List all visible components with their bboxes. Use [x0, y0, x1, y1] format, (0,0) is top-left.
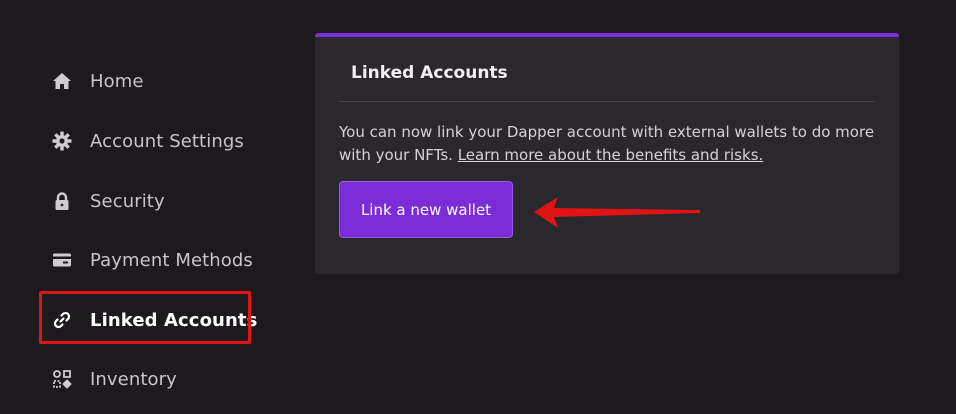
sidebar-nav: Home Account Settings Security Payment M… — [0, 0, 300, 414]
sidebar-item-payment-methods[interactable]: Payment Methods — [52, 245, 253, 275]
sidebar-item-label: Account Settings — [90, 130, 244, 152]
learn-more-link[interactable]: Learn more about the benefits and risks. — [458, 146, 764, 164]
inventory-icon — [52, 369, 72, 389]
sidebar-item-account-settings[interactable]: Account Settings — [52, 126, 244, 156]
card-title: Linked Accounts — [351, 63, 508, 83]
annotation-highlight-box — [39, 291, 251, 344]
sidebar-item-security[interactable]: Security — [52, 186, 165, 216]
sidebar-item-inventory[interactable]: Inventory — [52, 364, 177, 394]
lock-icon — [52, 191, 72, 211]
card-description: You can now link your Dapper account wit… — [339, 121, 879, 167]
gear-icon — [52, 131, 72, 151]
page: Home Account Settings Security Payment M… — [0, 0, 956, 414]
card-divider — [339, 101, 875, 102]
home-icon — [52, 71, 72, 91]
credit-card-icon — [52, 250, 72, 270]
sidebar-item-label: Home — [90, 70, 144, 92]
sidebar-item-label: Security — [90, 190, 165, 212]
link-new-wallet-button[interactable]: Link a new wallet — [339, 181, 513, 238]
sidebar-item-home[interactable]: Home — [52, 66, 144, 96]
sidebar-item-label: Inventory — [90, 368, 177, 390]
sidebar-item-label: Payment Methods — [90, 249, 253, 271]
annotation-arrow-icon — [534, 197, 700, 228]
linked-accounts-card: Linked Accounts You can now link your Da… — [315, 33, 899, 274]
